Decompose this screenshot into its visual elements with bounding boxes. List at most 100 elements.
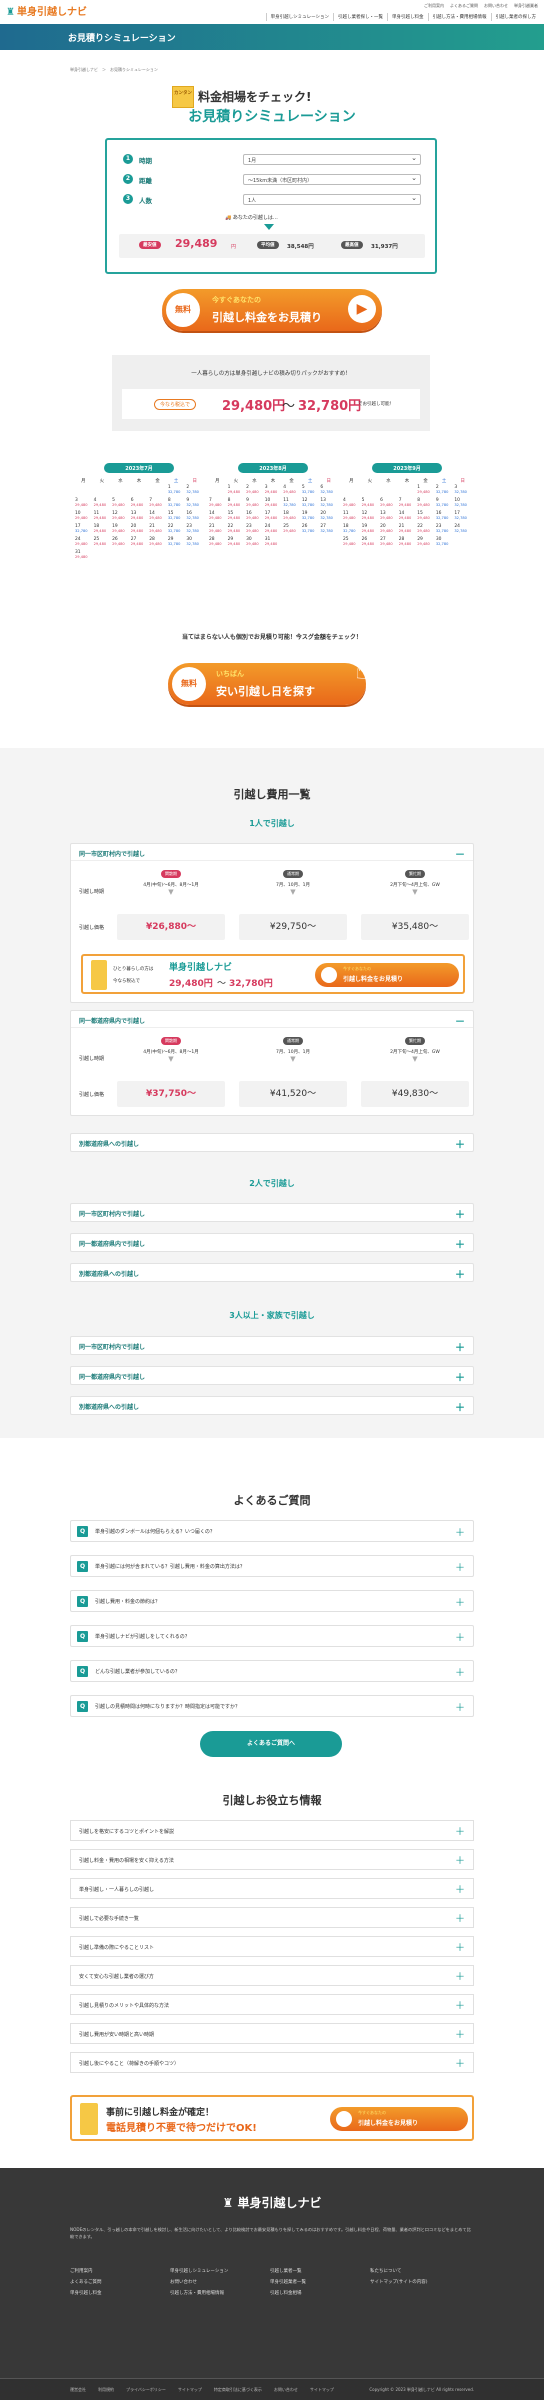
calendar-day[interactable]: 11 29,480 xyxy=(93,511,112,524)
calendar-day[interactable]: 6 29,480 xyxy=(130,498,149,511)
calendar-day[interactable]: 13 29,480 xyxy=(130,511,149,524)
confirm-price-banner[interactable]: 事前に引越し料金が確定！ 電話見積り不要で待つだけでOK! 今すぐあなたの 引越… xyxy=(70,2095,474,2141)
calendar-day[interactable]: 15 32,780 xyxy=(167,511,186,524)
accordion-three-2[interactable]: 同一都道府県内で引越し＋ xyxy=(70,1366,474,1385)
calendar-day[interactable]: 9 29,480 xyxy=(245,498,264,511)
calendar-day[interactable]: 10 29,480 xyxy=(264,498,283,511)
accordion-two-2[interactable]: 同一都道府県内で引越し＋ xyxy=(70,1233,474,1252)
nav-item[interactable]: 単身引越しシミュレーション xyxy=(265,13,333,21)
estimate-cta-button[interactable]: 無料 今すぐあなたの 引越し料金をお見積り ▶ xyxy=(162,289,382,331)
footer-bottom-link[interactable]: サイトマップ xyxy=(310,2387,334,2393)
top-link[interactable]: よくあるご質問 xyxy=(450,3,478,9)
calendar-day[interactable]: 10 29,480 xyxy=(74,511,93,524)
calendar-day[interactable]: 20 32,780 xyxy=(319,511,338,524)
calendar-day[interactable]: 5 29,480 xyxy=(111,498,130,511)
calendar-day[interactable]: 2 29,480 xyxy=(245,485,264,498)
calendar-day[interactable]: 21 29,480 xyxy=(398,524,417,537)
calendar-day[interactable]: 7 29,480 xyxy=(148,498,167,511)
calendar-day[interactable]: 20 29,480 xyxy=(130,524,149,537)
nav-item[interactable]: 単身引越し料金 xyxy=(387,13,428,21)
calendar-day[interactable]: 16 32,780 xyxy=(435,511,454,524)
accordion-three-1[interactable]: 同一市区町村内で引越し＋ xyxy=(70,1336,474,1355)
calendar-day[interactable]: 17 29,480 xyxy=(264,511,283,524)
calendar-day[interactable]: 4 29,480 xyxy=(93,498,112,511)
calendar-day[interactable]: 22 32,780 xyxy=(167,524,186,537)
calendar-day[interactable]: 14 29,480 xyxy=(148,511,167,524)
footer-link[interactable]: 私たちについて xyxy=(370,2266,474,2277)
calendar-day[interactable]: 15 29,480 xyxy=(416,511,435,524)
calendar-day[interactable]: 14 29,480 xyxy=(398,511,417,524)
calendar-day[interactable]: 11 29,480 xyxy=(342,511,361,524)
calendar-day[interactable]: 3 32,780 xyxy=(453,485,472,498)
calendar-day[interactable]: 27 32,780 xyxy=(319,524,338,537)
calendar-day[interactable]: 26 29,480 xyxy=(361,537,380,550)
calendar-day[interactable]: 31 29,480 xyxy=(264,537,283,550)
calendar-day[interactable]: 9 32,780 xyxy=(435,498,454,511)
info-item[interactable]: 引越し準備の際にやることリスト＋ xyxy=(70,1936,474,1957)
footer-link[interactable]: 引越し方法・費用相場情報 xyxy=(170,2288,260,2299)
calendar-day[interactable]: 5 29,480 xyxy=(361,498,380,511)
footer-link[interactable]: サイトマップ(サイトの内容) xyxy=(370,2277,474,2288)
info-item[interactable]: 引越しで必要な手続き一覧＋ xyxy=(70,1907,474,1928)
calendar-day[interactable]: 2 32,780 xyxy=(435,485,454,498)
faq-item[interactable]: Q 引越し費用・料金の節約は？＋ xyxy=(70,1590,474,1612)
calendar-day[interactable]: 29 29,480 xyxy=(416,537,435,550)
info-item[interactable]: 引越し後にやること（荷解きの手順やコツ）＋ xyxy=(70,2052,474,2073)
calendar-day[interactable]: 27 29,480 xyxy=(130,537,149,550)
calendar-day[interactable]: 12 32,780 xyxy=(301,498,320,511)
calendar-day[interactable]: 23 29,480 xyxy=(245,524,264,537)
calendar-day[interactable]: 24 29,480 xyxy=(74,537,93,550)
calendar-day[interactable]: 25 29,480 xyxy=(93,537,112,550)
calendar-day[interactable]: 7 29,480 xyxy=(208,498,227,511)
calendar-day[interactable]: 19 29,480 xyxy=(361,524,380,537)
calendar-day[interactable]: 3 29,480 xyxy=(264,485,283,498)
top-link[interactable]: ご利用案内 xyxy=(424,3,444,9)
calendar-day[interactable]: 4 29,480 xyxy=(282,485,301,498)
calendar-day[interactable]: 24 29,480 xyxy=(264,524,283,537)
info-item[interactable]: 引越しを格安にするコツとポイントを解説＋ xyxy=(70,1820,474,1841)
info-item[interactable]: 引越し料金・費用の相場を安く抑える方法＋ xyxy=(70,1849,474,1870)
calendar-day[interactable]: 1 29,480 xyxy=(416,485,435,498)
calendar-day[interactable]: 18 29,480 xyxy=(282,511,301,524)
faq-more-button[interactable]: よくあるご質問へ xyxy=(200,1731,342,1757)
info-item[interactable]: 引越し費用が安い時期と高い時期＋ xyxy=(70,2023,474,2044)
calendar-day[interactable]: 21 29,480 xyxy=(148,524,167,537)
calendar-day[interactable]: 23 32,780 xyxy=(185,524,204,537)
calendar-day[interactable]: 20 29,480 xyxy=(379,524,398,537)
info-item[interactable]: 引越し見積りのメリットや具体的な方法＋ xyxy=(70,1994,474,2015)
accordion-header[interactable]: 同一都道府県内で引越し－ xyxy=(71,1011,473,1028)
calendar-day[interactable]: 13 32,780 xyxy=(319,498,338,511)
accordion-header[interactable]: 同一市区町村内で引越し－ xyxy=(71,844,473,861)
calendar-day[interactable]: 6 32,780 xyxy=(319,485,338,498)
calendar-day[interactable]: 30 32,780 xyxy=(185,537,204,550)
calendar-day[interactable]: 22 29,480 xyxy=(416,524,435,537)
calendar-day[interactable]: 13 29,480 xyxy=(379,511,398,524)
calendar-day[interactable]: 16 29,480 xyxy=(245,511,264,524)
calendar-day[interactable]: 18 32,780 xyxy=(342,524,361,537)
footer-logo[interactable]: ♜ 単身引越しナビ xyxy=(0,2194,544,2211)
calendar-day[interactable]: 17 32,780 xyxy=(74,524,93,537)
banner2-estimate-button[interactable]: 今すぐあなたの 引越し料金をお見積り xyxy=(330,2107,468,2131)
calendar-day[interactable]: 10 32,780 xyxy=(453,498,472,511)
season-select[interactable]: 1月 xyxy=(243,154,421,165)
calendar-day[interactable]: 1 32,780 xyxy=(167,485,186,498)
info-item[interactable]: 単身引越し・一人暮らしの引越し＋ xyxy=(70,1878,474,1899)
calendar-day[interactable]: 25 29,480 xyxy=(342,537,361,550)
site-logo[interactable]: ♜ 単身引越しナビ xyxy=(6,3,87,18)
footer-bottom-link[interactable]: 運営会社 xyxy=(70,2387,86,2393)
calendar-day[interactable]: 6 29,480 xyxy=(379,498,398,511)
footer-bottom-link[interactable]: 特定商取引法に基づく表示 xyxy=(214,2387,262,2393)
faq-item[interactable]: Q 単身引越には何が含まれている？引越し費用・料金の算出方法は？＋ xyxy=(70,1555,474,1577)
calendar-day[interactable]: 27 29,480 xyxy=(379,537,398,550)
footer-link[interactable]: 単身引越業者一覧 xyxy=(270,2277,360,2288)
calendar-day[interactable]: 8 29,480 xyxy=(416,498,435,511)
calendar-day[interactable]: 21 29,480 xyxy=(208,524,227,537)
top-link[interactable]: 単身引越業者 xyxy=(514,3,538,9)
faq-item[interactable]: Q 単身引越のダンボールは何個もらえる？いつ届くの？＋ xyxy=(70,1520,474,1542)
footer-link[interactable]: よくあるご質問 xyxy=(70,2277,160,2288)
calendar-day[interactable]: 8 29,480 xyxy=(227,498,246,511)
faq-item[interactable]: Q どんな引越し業者が参加しているの？＋ xyxy=(70,1660,474,1682)
calendar-day[interactable]: 1 29,480 xyxy=(227,485,246,498)
calendar-day[interactable]: 28 29,480 xyxy=(398,537,417,550)
nav-item[interactable]: 引越し業者探し・一覧 xyxy=(333,13,387,21)
